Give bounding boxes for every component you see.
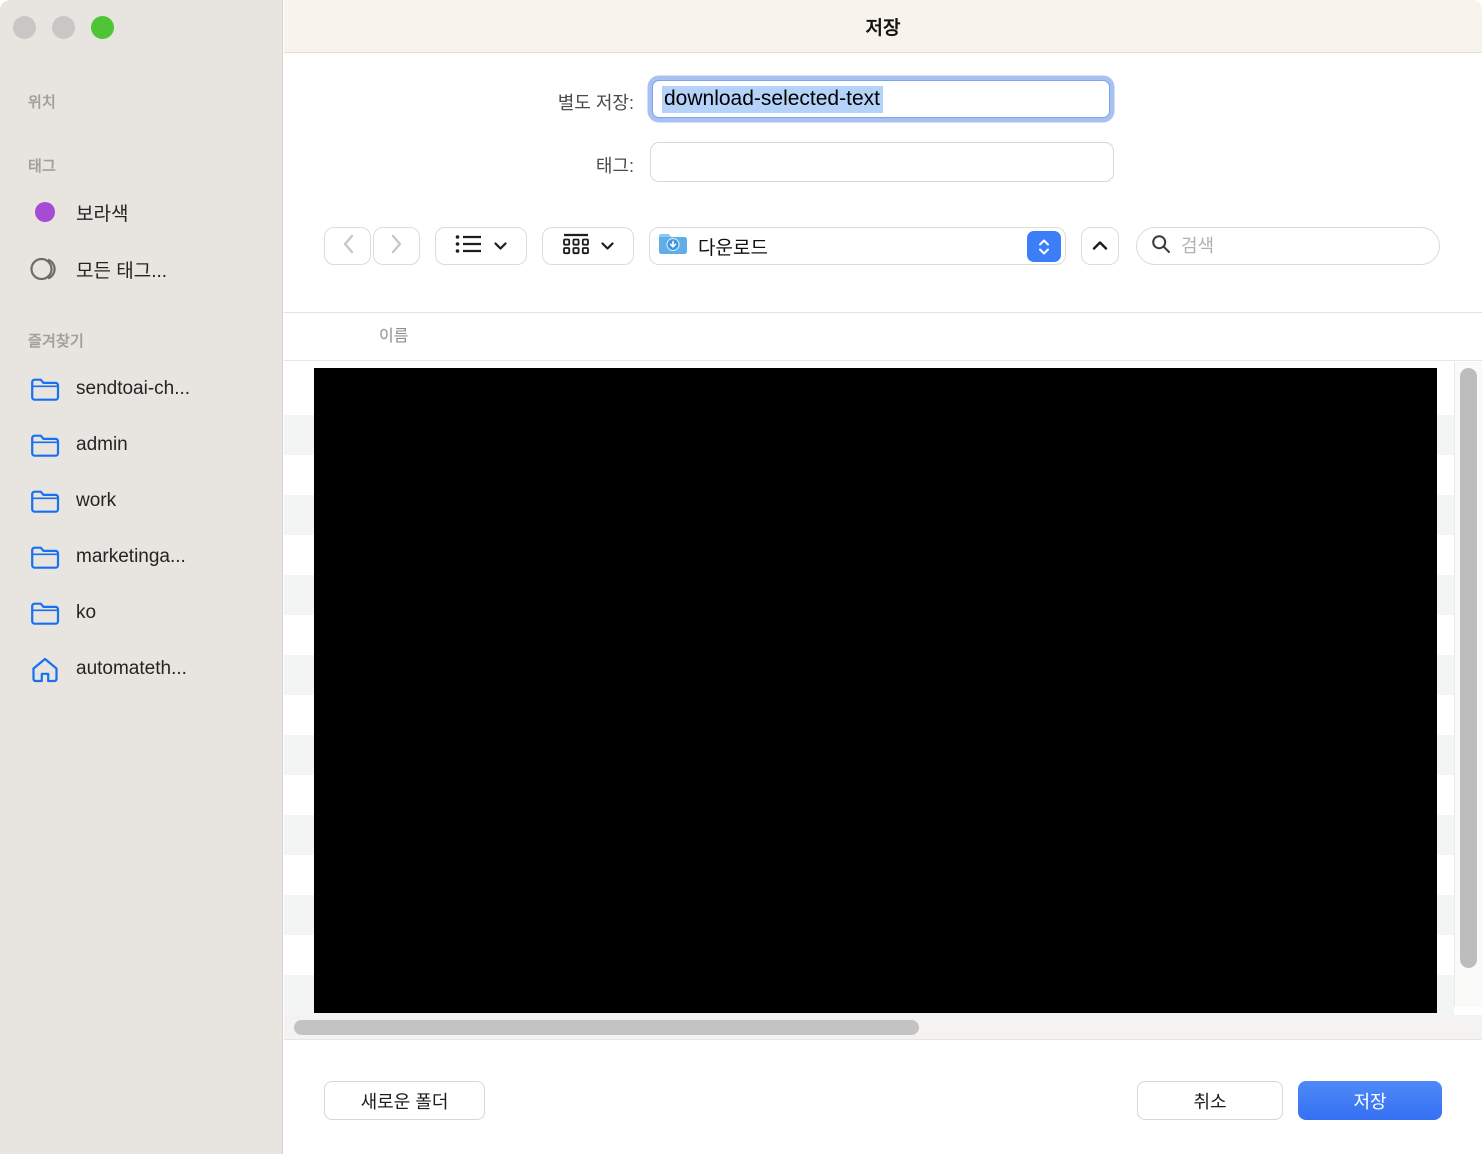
traffic-lights: [13, 16, 114, 39]
sidebar-item-label: 보라색: [76, 199, 128, 226]
dialog-title: 저장: [866, 13, 901, 40]
zoom-button[interactable]: [91, 16, 114, 39]
location-label: 다운로드: [698, 233, 768, 260]
sidebar-item-label: automateth...: [76, 658, 187, 680]
downloads-folder-icon: [658, 232, 688, 261]
search-field[interactable]: [1136, 227, 1440, 265]
purple-tag-dot-icon: [28, 202, 62, 222]
sidebar-item-label: admin: [76, 434, 128, 456]
sidebar-item-label: sendtoai-ch...: [76, 378, 190, 400]
save-label: 저장: [1353, 1088, 1386, 1114]
horizontal-scrollbar[interactable]: [284, 1015, 1482, 1040]
back-chevron-icon: [342, 234, 354, 259]
sidebar-item-sendtoai[interactable]: sendtoai-ch...: [28, 372, 272, 406]
title-bar: 저장: [284, 0, 1482, 53]
chevron-down-icon: [601, 237, 614, 255]
list-view-button[interactable]: [435, 227, 527, 265]
forward-chevron-icon: [391, 234, 403, 259]
file-list-area[interactable]: [284, 362, 1482, 1015]
search-input[interactable]: [1179, 235, 1433, 258]
vertical-scrollbar[interactable]: [1454, 362, 1482, 1007]
parent-folder-button[interactable]: [1081, 227, 1119, 265]
section-header-locations: 위치: [28, 91, 56, 112]
sidebar-item-ko[interactable]: ko: [28, 596, 272, 630]
sidebar-item-all-tags[interactable]: 모든 태그...: [28, 252, 272, 286]
search-icon: [1151, 234, 1171, 259]
home-icon: [28, 656, 62, 683]
sidebar-item-work[interactable]: work: [28, 484, 272, 518]
main-panel: 저장 별도 저장: download-selected-text 태그:: [284, 0, 1482, 1154]
save-button[interactable]: 저장: [1298, 1081, 1442, 1120]
tags-input[interactable]: [650, 142, 1114, 182]
vertical-scrollbar-thumb[interactable]: [1460, 368, 1477, 968]
redacted-file-list-content: [314, 368, 1437, 1013]
footer-bar: 새로운 폴더 취소 저장: [284, 1041, 1482, 1154]
save-as-label: 별도 저장:: [414, 89, 634, 115]
horizontal-scrollbar-thumb[interactable]: [294, 1020, 919, 1035]
folder-icon: [28, 433, 62, 458]
minimize-button[interactable]: [52, 16, 75, 39]
selected-filename-text: download-selected-text: [662, 86, 883, 113]
cancel-label: 취소: [1193, 1088, 1226, 1114]
save-dialog-window: 위치 태그 보라색 모든 태그... 즐겨찾기 sendtoai-ch...: [0, 0, 1482, 1154]
section-header-tags: 태그: [28, 155, 56, 176]
column-header-name[interactable]: 이름: [379, 313, 408, 360]
up-chevron-icon: [1092, 237, 1108, 255]
sidebar: 위치 태그 보라색 모든 태그... 즐겨찾기 sendtoai-ch...: [0, 0, 283, 1154]
folder-icon: [28, 377, 62, 402]
save-as-input[interactable]: download-selected-text: [652, 80, 1110, 118]
location-dropdown[interactable]: 다운로드: [649, 227, 1066, 265]
folder-icon: [28, 545, 62, 570]
sidebar-item-admin[interactable]: admin: [28, 428, 272, 462]
list-view-icon: [455, 234, 482, 259]
sidebar-item-home[interactable]: automateth...: [28, 652, 272, 686]
sidebar-item-purple-tag[interactable]: 보라색: [28, 195, 272, 229]
close-button[interactable]: [13, 16, 36, 39]
group-view-button[interactable]: [542, 227, 634, 265]
new-folder-button[interactable]: 새로운 폴더: [324, 1081, 485, 1120]
tags-label: 태그:: [414, 152, 634, 178]
forward-button[interactable]: [373, 227, 420, 265]
all-tags-icon: [28, 256, 62, 282]
folder-icon: [28, 601, 62, 626]
folder-icon: [28, 489, 62, 514]
chevron-down-icon: [494, 237, 507, 255]
sidebar-item-label: 모든 태그...: [76, 256, 167, 283]
cancel-button[interactable]: 취소: [1137, 1081, 1283, 1120]
column-header-row: 이름: [284, 312, 1482, 361]
group-view-icon: [563, 233, 589, 260]
section-header-favorites: 즐겨찾기: [28, 330, 84, 351]
sidebar-item-label: ko: [76, 602, 96, 624]
sidebar-item-label: work: [76, 490, 116, 512]
new-folder-label: 새로운 폴더: [361, 1088, 449, 1114]
sidebar-item-marketing[interactable]: marketinga...: [28, 540, 272, 574]
stepper-icon[interactable]: [1027, 231, 1061, 262]
sidebar-item-label: marketinga...: [76, 546, 186, 568]
back-button[interactable]: [324, 227, 371, 265]
